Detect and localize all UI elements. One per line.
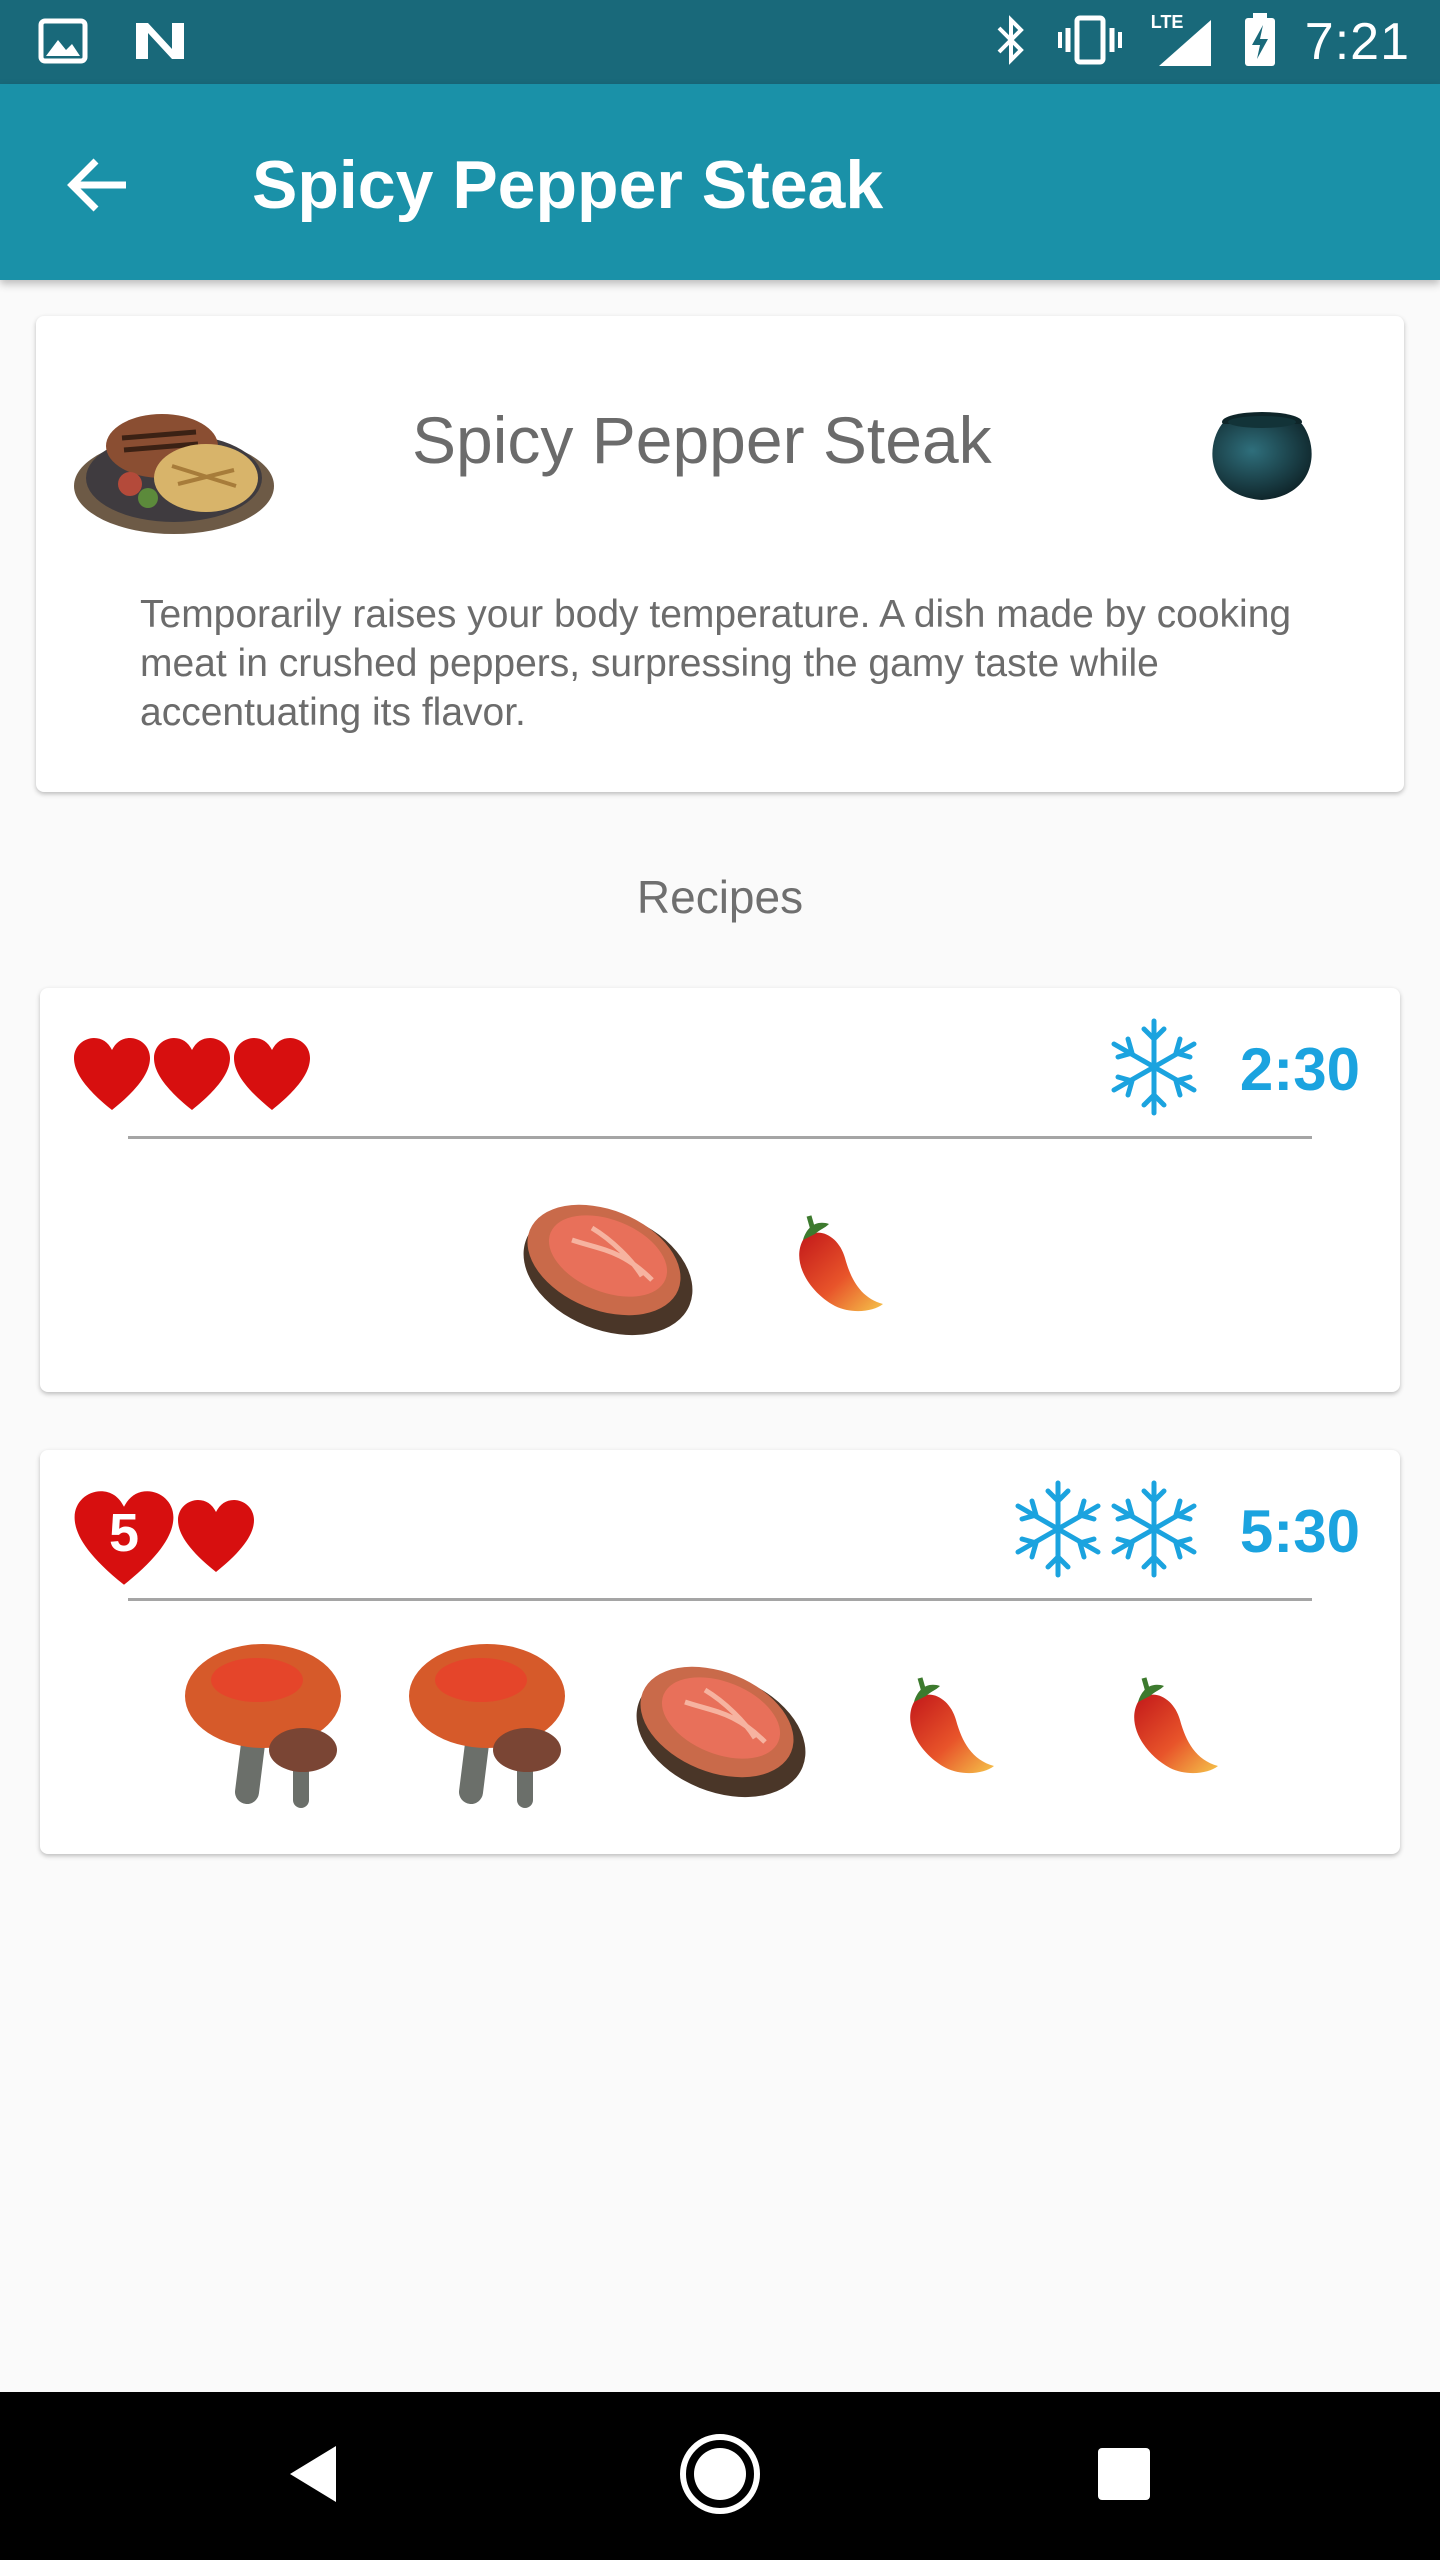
n-logo-icon [132,19,188,68]
page-title: Spicy Pepper Steak [252,147,884,223]
snowflake-icon [1106,1017,1202,1122]
hearts-row: 5 [72,1491,256,1585]
recipes-heading: Recipes [636,871,804,923]
back-button[interactable] [50,139,146,235]
nav-recents-button[interactable] [1074,2426,1174,2526]
image-icon [38,18,88,69]
mushroom-icon [398,1627,594,1817]
heart-icon [72,1036,152,1117]
home-circle-icon [678,2432,762,2521]
steak-plate-icon [66,366,286,546]
battery-charging-icon [1243,12,1277,72]
divider [128,1598,1312,1601]
effect-duration: 5:30 [1239,1497,1360,1565]
vibrate-icon [1057,14,1123,71]
divider [128,1136,1312,1139]
effect-row: 5:30 [1010,1476,1360,1586]
navigation-bar [0,2392,1440,2560]
recipe-card[interactable]: 2:30 [40,988,1400,1392]
spicy-pepper-icon [735,1165,931,1355]
status-bar: LTE 7:21 [0,0,1440,84]
heart-icon [232,1036,312,1117]
recents-square-icon [1096,2446,1152,2507]
heart-icon [152,1036,232,1117]
signal-icon: LTE [1150,12,1215,70]
raw-meat-icon [622,1627,818,1817]
arrow-back-icon [66,157,130,218]
hearts-row [72,1030,312,1122]
nav-back-button[interactable] [264,2426,364,2526]
snowflake-icon [1010,1479,1106,1584]
cooking-pot-icon [1202,404,1322,504]
app-bar: Spicy Pepper Steak [0,84,1440,280]
dish-description: Temporarily raises your body temperature… [140,593,1292,734]
heart-badge-icon: 5 [72,1488,176,1588]
spicy-pepper-icon [846,1627,1042,1817]
effect-duration: 2:30 [1239,1035,1360,1103]
status-clock: 7:21 [1304,13,1410,71]
network-type-label: LTE [1150,12,1184,32]
heart-icon [176,1498,256,1579]
heart-count-badge: 5 [108,1503,140,1563]
mushroom-icon [174,1627,370,1817]
spicy-pepper-icon [1070,1627,1266,1817]
raw-meat-icon [509,1165,705,1355]
ingredients-row [40,1622,1400,1822]
dish-info-card: Spicy Pepper Steak Temporarily raises yo… [36,316,1404,792]
dish-name: Spicy Pepper Steak [412,403,992,477]
nav-home-button[interactable] [670,2426,770,2526]
back-triangle-icon [284,2442,344,2511]
bluetooth-icon [993,14,1029,71]
ingredients-row [40,1160,1400,1360]
recipe-card[interactable]: 5 5:30 [40,1450,1400,1854]
snowflake-icon [1106,1479,1202,1584]
effect-row: 2:30 [1106,1014,1360,1124]
